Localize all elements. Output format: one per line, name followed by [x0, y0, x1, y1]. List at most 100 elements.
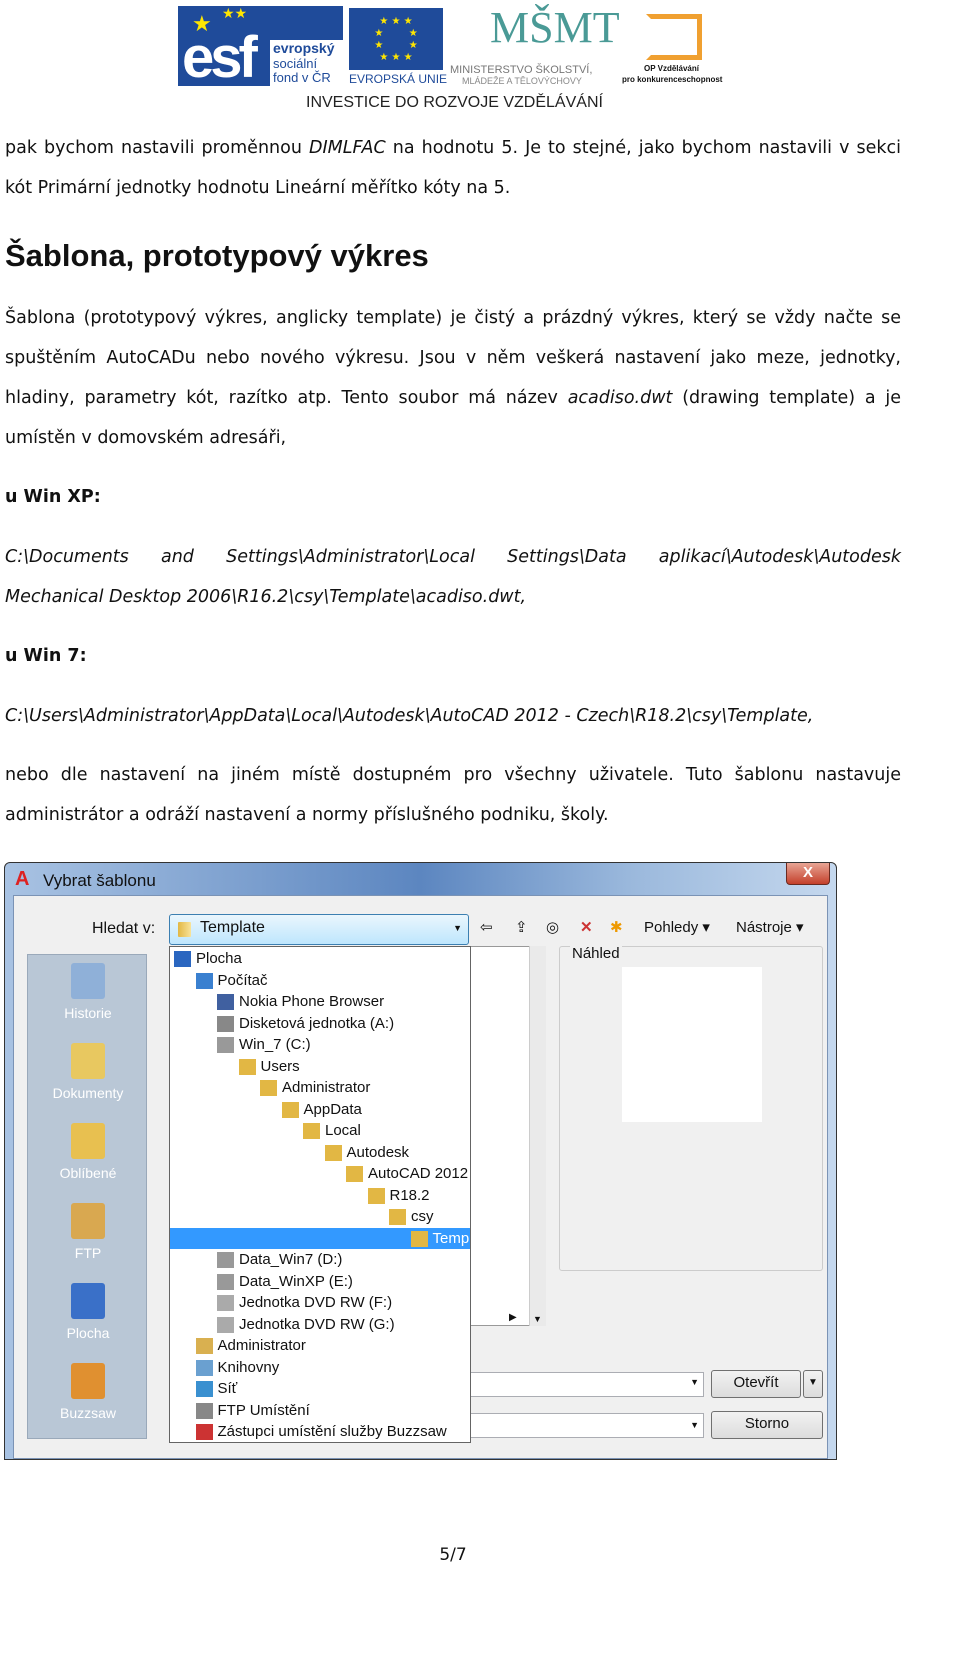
- preview-image: [622, 967, 762, 1122]
- network-icon: [195, 1381, 213, 1398]
- tree-item-label: Zástupci umístění služby Buzzsaw: [217, 1423, 447, 1440]
- place-label: Historie: [64, 1005, 112, 1021]
- tree-item-label: FTP Umístění: [217, 1401, 310, 1419]
- tree-item-label: AppData: [303, 1100, 362, 1118]
- up-folder-icon[interactable]: ⇪: [515, 918, 528, 936]
- delete-icon[interactable]: ✕: [580, 918, 593, 936]
- folder-icon: [389, 1209, 406, 1226]
- msmt-line2: MLÁDEŽE A TĚLOVÝCHOVY: [462, 76, 582, 86]
- op-line2: pro konkurenceschopnost: [622, 75, 723, 84]
- open-button[interactable]: Otevřít: [711, 1370, 801, 1398]
- tree-item[interactable]: R18.2: [170, 1185, 470, 1207]
- new-folder-icon[interactable]: ✱: [610, 918, 623, 936]
- tree-item[interactable]: Administrator: [170, 1335, 470, 1357]
- tools-menu[interactable]: Nástroje ▾: [736, 918, 804, 936]
- tree-item[interactable]: Zástupci umístění služby Buzzsaw: [170, 1421, 470, 1443]
- place-icon: [71, 1283, 105, 1319]
- lookin-combo[interactable]: Template ▼: [169, 914, 469, 945]
- place-ftp[interactable]: FTP: [28, 1203, 148, 1261]
- preview-box: Náhled: [559, 945, 823, 1271]
- tree-item[interactable]: Temp: [170, 1227, 470, 1249]
- tree-item[interactable]: Local: [170, 1120, 470, 1142]
- tree-item-label: Win_7 (C:): [239, 1036, 311, 1053]
- search-web-icon[interactable]: ◎: [546, 918, 559, 936]
- place-label: Oblíbené: [59, 1165, 117, 1181]
- computer-icon: [195, 972, 213, 989]
- folder-icon: [303, 1123, 320, 1140]
- tree-item[interactable]: Autodesk: [170, 1142, 470, 1164]
- folder-icon: [260, 1080, 277, 1097]
- lookin-label: Hledat v:: [92, 920, 156, 937]
- tree-item[interactable]: Síť: [170, 1378, 470, 1400]
- place-historie[interactable]: Historie: [28, 963, 148, 1021]
- ftp-icon: [195, 1402, 213, 1419]
- tree-item-label: Síť: [217, 1380, 238, 1397]
- tree-item[interactable]: AutoCAD 2012: [170, 1163, 470, 1185]
- dialog-title: Vybrat šablonu: [43, 871, 156, 890]
- drive-icon: [217, 1273, 234, 1290]
- tree-item-label: Local: [325, 1122, 361, 1139]
- filetype-select[interactable]: ▼: [469, 1413, 704, 1438]
- closing-paragraph: nebo dle nastavení na jiném místě dostup…: [5, 765, 901, 825]
- tree-item-label: Administrator: [282, 1079, 371, 1096]
- open-options-button[interactable]: ▼: [803, 1370, 823, 1398]
- drive-icon: [217, 1037, 234, 1054]
- folder-icon: [281, 1101, 299, 1118]
- dvd-icon: [217, 1316, 234, 1333]
- tree-item-label: Autodesk: [346, 1143, 410, 1161]
- cancel-button[interactable]: Storno: [711, 1411, 823, 1439]
- places-bar: Historie Dokumenty Oblíbené FTP Plocha Buzzsa…: [27, 954, 147, 1439]
- tree-item[interactable]: csy: [170, 1206, 470, 1228]
- dialog-body: Hledat v: Historie Dokumenty Oblíbené FTP Pl…: [13, 895, 828, 1459]
- tree-item[interactable]: Nokia Phone Browser: [170, 991, 470, 1013]
- place-icon: [71, 1203, 105, 1239]
- intro-paragraph: pak bychom nastavili proměnnou DIMLFAC n…: [5, 138, 901, 198]
- tree-item-label: Počítač: [217, 971, 268, 989]
- tree-item-label: R18.2: [389, 1186, 430, 1204]
- folder-icon: [410, 1230, 428, 1247]
- place-buzzsaw[interactable]: Buzzsaw: [28, 1363, 148, 1421]
- tree-item[interactable]: Jednotka DVD RW (F:): [170, 1292, 470, 1314]
- place-plocha[interactable]: Plocha: [28, 1283, 148, 1341]
- desktop-icon: [174, 951, 191, 968]
- page-number: 5/7: [439, 1545, 467, 1565]
- op-logo: [646, 14, 702, 60]
- filename-input[interactable]: ▼: [469, 1372, 704, 1397]
- tree-item[interactable]: Knihovny: [170, 1357, 470, 1379]
- folder-icon: [324, 1144, 342, 1161]
- scrollbar[interactable]: ▼: [529, 946, 546, 1326]
- close-button[interactable]: X: [786, 863, 830, 885]
- esf-logo: esf ★ ★★ evropský sociální fond v ČR: [178, 6, 343, 90]
- tree-item[interactable]: Win_7 (C:): [170, 1034, 470, 1056]
- eu-label: EVROPSKÁ UNIE: [349, 72, 448, 86]
- tree-item[interactable]: Plocha: [170, 948, 470, 970]
- place-icon: [71, 1363, 105, 1399]
- tree-item[interactable]: Jednotka DVD RW (G:): [170, 1314, 470, 1336]
- folder-icon: [238, 1058, 256, 1075]
- library-icon: [195, 1359, 213, 1376]
- place-oblíbené[interactable]: Oblíbené: [28, 1123, 148, 1181]
- dvd-icon: [217, 1295, 234, 1312]
- folder-icon: [367, 1187, 385, 1204]
- views-menu[interactable]: Pohledy ▾: [644, 918, 710, 936]
- place-icon: [71, 1043, 105, 1079]
- place-dokumenty[interactable]: Dokumenty: [28, 1043, 148, 1101]
- tree-item-label: AutoCAD 2012: [368, 1165, 469, 1182]
- lookin-dropdown-list: Plocha Počítač Nokia Phone Browser Disketov…: [169, 946, 471, 1443]
- tree-item[interactable]: Disketová jednotka (A:): [170, 1013, 470, 1035]
- tree-item[interactable]: Počítač: [170, 970, 470, 992]
- phone-icon: [217, 994, 234, 1011]
- tree-item[interactable]: Users: [170, 1056, 470, 1078]
- back-icon[interactable]: ⇦: [480, 918, 493, 936]
- scroll-right-icon[interactable]: ▶: [509, 1312, 517, 1323]
- tree-item[interactable]: FTP Umístění: [170, 1400, 470, 1422]
- place-icon: [71, 963, 105, 999]
- tree-item[interactable]: Data_WinXP (E:): [170, 1271, 470, 1293]
- tree-item[interactable]: Administrator: [170, 1077, 470, 1099]
- eu-logo: ★ ★ ★ ★ ★ ★ ★ ★ ★ ★: [349, 8, 443, 70]
- tree-item[interactable]: Data_Win7 (D:): [170, 1249, 470, 1271]
- place-label: Plocha: [66, 1325, 110, 1341]
- msmt-logo: MŠMT: [490, 3, 620, 52]
- tree-item[interactable]: AppData: [170, 1099, 470, 1121]
- place-label: FTP: [74, 1245, 102, 1261]
